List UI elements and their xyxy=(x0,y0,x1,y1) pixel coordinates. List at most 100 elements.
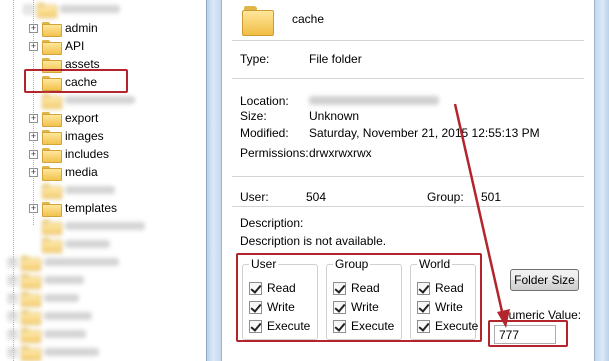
tree-item-media[interactable]: + media xyxy=(29,163,98,181)
tree-item[interactable]: + xyxy=(8,307,92,325)
user-label: User: xyxy=(240,190,269,204)
tree-item-export[interactable]: + export xyxy=(29,109,98,127)
tree-item[interactable]: + xyxy=(8,253,119,271)
checkbox-checked-icon[interactable] xyxy=(417,300,430,314)
folder-icon xyxy=(21,309,41,325)
user-value: 504 xyxy=(306,190,327,204)
tree-item-label-redacted xyxy=(60,5,120,13)
tree-item-label-redacted xyxy=(65,96,135,104)
expand-icon[interactable]: + xyxy=(8,311,17,321)
group-permissions-group: Group Read Write Execute xyxy=(326,257,402,340)
checkbox-checked-icon[interactable] xyxy=(333,281,346,295)
tree-item-includes[interactable]: + includes xyxy=(29,145,109,163)
tree-item-api[interactable]: + API xyxy=(29,37,84,55)
checkbox-label: Read xyxy=(435,281,464,295)
checkbox-label: Write xyxy=(267,300,295,314)
tree-item[interactable] xyxy=(42,235,110,253)
user-read-checkbox[interactable]: Read xyxy=(249,281,296,295)
description-value: Description is not available. xyxy=(240,234,387,248)
tree-item-label-redacted xyxy=(65,222,145,230)
checkbox-checked-icon[interactable] xyxy=(417,281,430,295)
permissions-label: Permissions: xyxy=(240,146,309,160)
tree-item[interactable] xyxy=(42,91,135,109)
tree-item-label: includes xyxy=(65,147,110,161)
user-permissions-title: User xyxy=(249,257,279,271)
tree-item-label: admin xyxy=(65,21,98,35)
tree-item-label-redacted xyxy=(44,258,119,266)
type-value: File folder xyxy=(309,52,362,66)
world-permissions-group: World Read Write Execute xyxy=(410,257,478,340)
group-read-checkbox[interactable]: Read xyxy=(333,281,380,295)
tree-item-label: templates xyxy=(65,201,118,215)
group-execute-checkbox[interactable]: Execute xyxy=(333,319,394,333)
tree-item[interactable]: + xyxy=(8,325,86,343)
checkbox-label: Read xyxy=(351,281,380,295)
location-value-redacted xyxy=(309,96,439,105)
tree-item[interactable]: + xyxy=(8,271,84,289)
tree-item-label: API xyxy=(65,39,85,53)
checkbox-checked-icon[interactable] xyxy=(249,319,262,333)
tree-item-images[interactable]: + images xyxy=(29,127,104,145)
folder-icon xyxy=(42,147,62,163)
expand-icon[interactable]: + xyxy=(29,149,38,159)
numeric-value-input[interactable] xyxy=(494,325,556,344)
folder-icon xyxy=(42,201,62,217)
folder-icon xyxy=(21,291,41,307)
tree-item-label-redacted xyxy=(44,276,84,284)
tree-item[interactable]: − xyxy=(24,0,120,18)
tree-item-admin[interactable]: + admin xyxy=(29,19,98,37)
tree-item[interactable]: + xyxy=(8,289,79,307)
group-write-checkbox[interactable]: Write xyxy=(333,300,379,314)
tree-item[interactable] xyxy=(42,181,115,199)
checkbox-label: Write xyxy=(435,300,463,314)
checkbox-label: Execute xyxy=(267,319,311,333)
world-permissions-title: World xyxy=(417,257,453,271)
folder-icon xyxy=(42,237,62,253)
folder-icon xyxy=(42,165,62,181)
tree-item-templates[interactable]: + templates xyxy=(29,199,117,217)
tree-item-label: media xyxy=(65,165,98,179)
world-read-checkbox[interactable]: Read xyxy=(417,281,464,295)
user-execute-checkbox[interactable]: Execute xyxy=(249,319,310,333)
folder-icon xyxy=(21,273,41,289)
expand-icon[interactable]: + xyxy=(29,203,38,213)
separator xyxy=(232,78,584,79)
checkbox-label: Write xyxy=(351,300,379,314)
checkbox-checked-icon[interactable] xyxy=(333,300,346,314)
expand-icon[interactable]: + xyxy=(29,113,38,123)
folder-icon xyxy=(42,39,62,55)
expand-icon[interactable]: + xyxy=(8,275,17,285)
expand-icon[interactable]: + xyxy=(8,347,17,357)
folder-icon xyxy=(42,183,62,199)
group-label: Group: xyxy=(427,190,464,204)
checkbox-checked-icon[interactable] xyxy=(333,319,346,333)
tree-item[interactable] xyxy=(42,217,145,235)
expand-icon[interactable]: − xyxy=(24,4,33,14)
user-write-checkbox[interactable]: Write xyxy=(249,300,295,314)
world-write-checkbox[interactable]: Write xyxy=(417,300,463,314)
checkbox-checked-icon[interactable] xyxy=(249,300,262,314)
checkbox-label: Execute xyxy=(435,319,479,333)
expand-icon[interactable]: + xyxy=(8,257,17,267)
expand-icon[interactable]: + xyxy=(8,329,17,339)
expand-icon[interactable]: + xyxy=(29,41,38,51)
expand-icon[interactable]: + xyxy=(29,131,38,141)
world-execute-checkbox[interactable]: Execute xyxy=(417,319,478,333)
folder-size-button[interactable]: Folder Size xyxy=(510,269,579,291)
size-value: Unknown xyxy=(309,109,360,123)
separator xyxy=(232,40,584,41)
tree-item-label-redacted xyxy=(65,240,110,248)
expand-icon[interactable]: + xyxy=(29,167,38,177)
separator xyxy=(232,206,584,207)
numeric-value-label: Numeric Value: xyxy=(500,308,582,322)
folder-icon xyxy=(42,93,62,109)
folder-icon xyxy=(42,21,62,37)
expand-icon[interactable]: + xyxy=(8,293,17,303)
group-value: 501 xyxy=(481,190,502,204)
folder-icon xyxy=(21,255,41,271)
checkbox-checked-icon[interactable] xyxy=(249,281,262,295)
tree-item[interactable]: + xyxy=(8,343,99,361)
expand-icon[interactable]: + xyxy=(29,23,38,33)
checkbox-checked-icon[interactable] xyxy=(417,319,430,333)
window-frame-right xyxy=(594,0,609,361)
